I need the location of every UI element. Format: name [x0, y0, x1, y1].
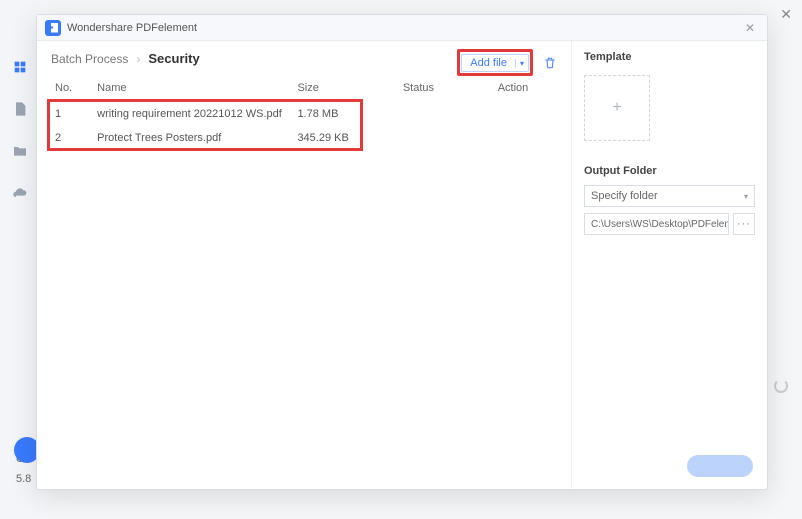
app-logo-icon [45, 20, 61, 36]
progress-indicator-icon [774, 379, 788, 393]
table-row[interactable]: 1 writing requirement 20221012 WS.pdf 1.… [51, 102, 557, 126]
main-panel: Batch Process › Security Add file ▾ [37, 41, 571, 489]
col-header-no: No. [51, 76, 93, 102]
cell-no: 2 [51, 126, 93, 150]
specify-folder-select[interactable]: Specify folder ▾ [584, 185, 755, 207]
cell-action [494, 102, 557, 126]
browse-button[interactable]: ··· [733, 213, 755, 235]
cell-no: 1 [51, 102, 93, 126]
col-header-size: Size [293, 76, 398, 102]
breadcrumb-current: Security [148, 51, 199, 66]
home-icon[interactable] [11, 58, 29, 76]
app-title: Wondershare PDFelement [67, 22, 735, 34]
template-title: Template [584, 51, 755, 63]
folder-icon[interactable] [11, 142, 29, 160]
file-table: No. Name Size Status Action 1 writing re… [51, 76, 557, 150]
add-template-button[interactable]: + [584, 75, 650, 141]
apply-button[interactable] [687, 455, 753, 477]
chevron-down-icon[interactable]: ▾ [515, 59, 528, 68]
document-icon[interactable] [11, 100, 29, 118]
col-header-status: Status [399, 76, 494, 102]
cell-size: 345.29 KB [293, 126, 398, 150]
cell-name: Protect Trees Posters.pdf [93, 126, 293, 150]
breadcrumb-root[interactable]: Batch Process [51, 52, 128, 66]
add-file-label: Add file [462, 57, 515, 69]
cell-size: 1.78 MB [293, 102, 398, 126]
add-file-button[interactable]: Add file ▾ [461, 54, 529, 72]
close-icon[interactable]: ✕ [741, 19, 759, 37]
add-file-highlight: Add file ▾ [457, 49, 533, 76]
col-header-action: Action [494, 76, 557, 102]
output-path-field[interactable]: C:\Users\WS\Desktop\PDFelement\Sec [584, 213, 729, 235]
table-row[interactable]: 2 Protect Trees Posters.pdf 345.29 KB [51, 126, 557, 150]
cell-status [399, 126, 494, 150]
specify-folder-label: Specify folder [591, 190, 658, 202]
col-header-name: Name [93, 76, 293, 102]
titlebar: Wondershare PDFelement ✕ [37, 15, 767, 41]
chevron-down-icon: ▾ [744, 192, 748, 201]
cell-action [494, 126, 557, 150]
cloud-icon[interactable] [11, 184, 29, 202]
chevron-right-icon: › [136, 52, 140, 66]
plus-icon: + [612, 99, 621, 117]
clear-list-button[interactable] [543, 56, 557, 70]
output-folder-title: Output Folder [584, 165, 755, 177]
bottom-v: 5.8 [16, 473, 31, 485]
side-panel: Template + Output Folder Specify folder … [571, 41, 767, 489]
outer-close-icon[interactable]: ✕ [780, 6, 792, 23]
batch-modal: Wondershare PDFelement ✕ Batch Process ›… [36, 14, 768, 490]
output-path-value: C:\Users\WS\Desktop\PDFelement\Sec [591, 219, 729, 230]
cell-name: writing requirement 20221012 WS.pdf [93, 102, 293, 126]
cell-status [399, 102, 494, 126]
